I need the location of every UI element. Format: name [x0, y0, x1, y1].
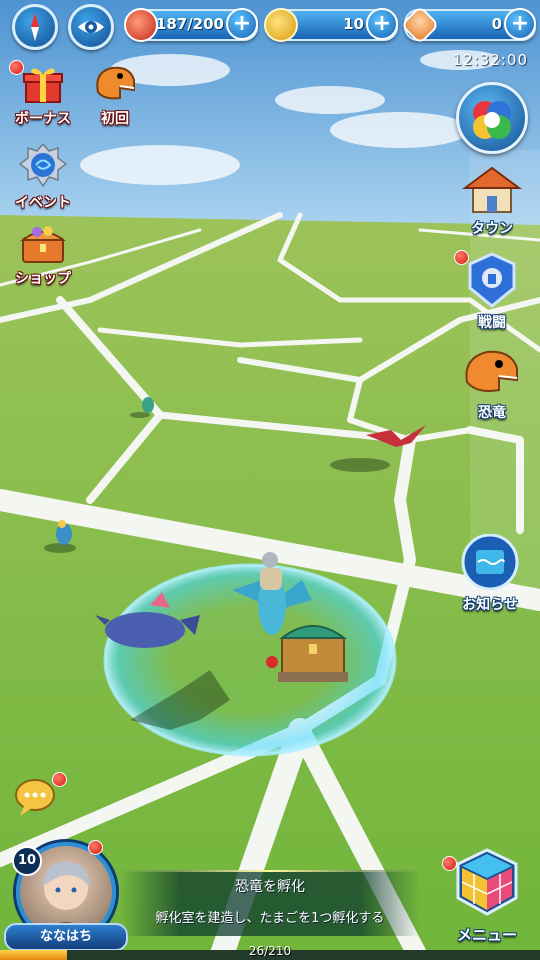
dinosaur-head-icon: [96, 66, 135, 100]
avatar-notification-dot: [88, 840, 103, 855]
battle-icon: [468, 252, 516, 308]
notice-button[interactable]: お知らせ: [452, 533, 528, 614]
bonus-notification-dot: [9, 60, 24, 75]
colorful-orb-icon: [473, 101, 511, 139]
quest-description: 孵化室を建造し、たまごを1つ孵化する: [155, 911, 385, 926]
stamina-value: 187/200: [155, 15, 224, 33]
battle-label: 戦闘: [478, 315, 506, 331]
view-toggle-button[interactable]: [68, 4, 114, 50]
chat-bubble-icon: [15, 779, 55, 816]
player-level-badge: 10: [12, 846, 42, 876]
gem-counter: 0 +: [400, 5, 536, 45]
small-bird-top: [142, 397, 154, 413]
clock: 12:32:00: [452, 51, 528, 69]
meat-icon: [124, 8, 158, 42]
gem-value: 0: [491, 15, 502, 33]
gift-icon: [23, 68, 63, 103]
notice-label: お知らせ: [462, 597, 518, 613]
dinosaur-button[interactable]: 恐竜: [456, 346, 528, 422]
social-orb-button[interactable]: [456, 82, 528, 154]
quest-banner[interactable]: 恐竜を孵化 孵化室を建造し、たまごを1つ孵化する: [120, 866, 420, 938]
stamina-plus-button[interactable]: +: [226, 8, 258, 40]
experience-text: 26/210: [248, 944, 292, 958]
shop-button[interactable]: ショップ: [8, 222, 78, 288]
chat-notification-dot: [52, 772, 67, 787]
notice-icon: [461, 533, 519, 591]
eye-icon: [78, 21, 104, 33]
battle-notification-dot: [454, 250, 469, 265]
dinosaur-label: 恐竜: [478, 405, 506, 421]
first-time-label: 初回: [101, 111, 129, 127]
event-label: イベント: [15, 195, 71, 211]
house-icon: [461, 166, 523, 213]
town-label: タウン: [471, 221, 513, 237]
coin-counter: 10 +: [264, 8, 398, 42]
coin-value: 10: [343, 15, 364, 33]
bonus-label: ボーナス: [15, 111, 71, 127]
stamina-counter: 187/200 +: [124, 8, 258, 42]
player-name: ななはち: [39, 929, 92, 944]
dinosaur-head-icon: [465, 350, 518, 392]
battle-button[interactable]: 戦闘: [456, 252, 528, 332]
menu-notification-dot: [442, 856, 457, 871]
coin-plus-button[interactable]: +: [366, 8, 398, 40]
compass-button[interactable]: [12, 4, 58, 50]
cube-menu-icon: [456, 848, 518, 916]
player-level: 10: [17, 853, 37, 868]
event-button[interactable]: イベント: [8, 142, 78, 212]
first-time-button[interactable]: 初回: [80, 62, 150, 128]
gem-plus-button[interactable]: +: [504, 8, 536, 40]
compass-icon: [31, 13, 39, 41]
event-orb-icon: [18, 142, 68, 188]
treasure-chest: [278, 625, 348, 682]
town-button[interactable]: タウン: [456, 164, 528, 238]
coin-icon: [264, 8, 298, 42]
treasure-chest-icon: [20, 226, 66, 263]
chat-button[interactable]: [14, 778, 56, 816]
quest-title: 恐竜を孵化: [235, 879, 305, 895]
shop-label: ショップ: [15, 271, 71, 287]
main-menu-label: メニュー: [456, 926, 517, 944]
